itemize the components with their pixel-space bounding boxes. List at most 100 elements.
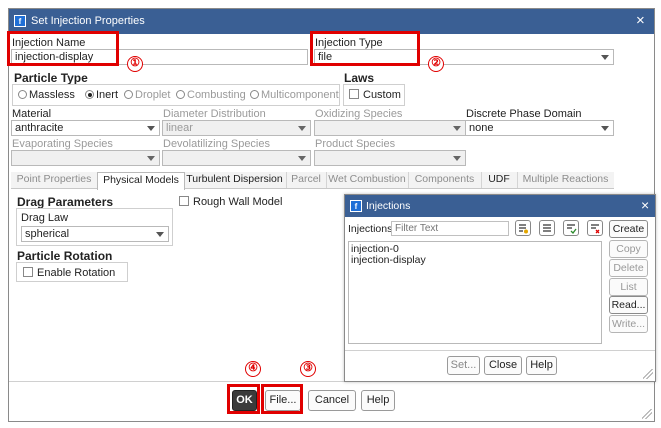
radio-combusting[interactable]: Combusting [176, 89, 246, 101]
fluent-app-icon: f [14, 15, 26, 27]
chevron-down-icon [147, 156, 155, 161]
material-dropdown[interactable]: anthracite [11, 120, 160, 136]
radio-multicomponent[interactable]: Multicomponent [250, 89, 339, 101]
list-item[interactable]: injection-display [351, 254, 426, 266]
particle-type-heading: Particle Type [14, 71, 88, 85]
laws-heading: Laws [344, 71, 375, 85]
chevron-down-icon [601, 55, 609, 60]
set-button[interactable]: Set... [447, 356, 480, 375]
custom-laws-checkbox[interactable]: Custom [349, 89, 401, 101]
create-button[interactable]: Create [609, 220, 648, 238]
tab-physical-models[interactable]: Physical Models [97, 172, 185, 190]
chevron-down-icon [147, 126, 155, 131]
callout-badge-3: ③ [300, 361, 316, 377]
drag-law-label: Drag Law [21, 212, 69, 224]
radio-inert-selected-icon [85, 90, 94, 99]
cancel-button[interactable]: Cancel [308, 390, 356, 411]
rough-wall-model-checkbox[interactable]: Rough Wall Model [179, 196, 282, 208]
devolatilizing-species-dropdown[interactable] [162, 150, 311, 166]
custom-checkbox-icon [349, 89, 359, 99]
injection-type-value: file [318, 51, 333, 63]
tab-parcel[interactable]: Parcel [286, 172, 327, 188]
chevron-down-icon [156, 232, 164, 237]
resize-grip-icon[interactable] [642, 409, 652, 419]
callout-badge-1: ① [127, 56, 143, 72]
rough-wall-checkbox-icon [179, 196, 189, 206]
radio-droplet-icon [124, 90, 133, 99]
tab-udf[interactable]: UDF [481, 172, 518, 188]
main-window-title: Set Injection Properties [31, 15, 145, 27]
select-all-icon[interactable] [539, 220, 555, 236]
enable-rotation-checkbox-icon [23, 267, 33, 277]
main-title-bar[interactable]: f Set Injection Properties × [9, 9, 654, 34]
laws-group: Custom [343, 84, 405, 106]
injection-name-label: Injection Name [12, 37, 86, 49]
drag-law-group: Drag Law spherical [16, 208, 173, 246]
material-value: anthracite [15, 122, 64, 134]
radio-droplet[interactable]: Droplet [124, 89, 170, 101]
injections-filter-label: Injections [348, 223, 393, 235]
injections-help-button[interactable]: Help [526, 356, 557, 375]
tab-wet-combustion[interactable]: Wet Combustion [326, 172, 409, 188]
chevron-down-icon [298, 126, 306, 131]
copy-button[interactable]: Copy [609, 240, 648, 258]
drag-law-value: spherical [25, 228, 70, 240]
injection-type-label: Injection Type [315, 37, 383, 49]
radio-massless[interactable]: Massless [18, 89, 75, 101]
oxidizing-species-label: Oxidizing Species [315, 108, 403, 120]
main-close-icon[interactable]: × [636, 12, 645, 29]
resize-grip-icon[interactable] [643, 369, 653, 379]
radio-multicomponent-icon [250, 90, 259, 99]
product-species-label: Product Species [315, 138, 396, 150]
injection-name-input[interactable]: injection-display [11, 49, 308, 65]
injections-close-icon[interactable]: × [641, 197, 649, 213]
tab-multiple-reactions[interactable]: Multiple Reactions [517, 172, 614, 188]
filter-icon[interactable] [515, 220, 531, 236]
diameter-distribution-label: Diameter Distribution [163, 108, 266, 120]
injections-separator [345, 350, 655, 351]
injections-filter-input[interactable] [391, 221, 509, 236]
diameter-distribution-dropdown[interactable]: linear [162, 120, 311, 136]
chevron-down-icon [453, 156, 461, 161]
drag-law-dropdown[interactable]: spherical [21, 226, 169, 242]
write-button[interactable]: Write... [609, 315, 648, 333]
callout-badge-4: ④ [245, 361, 261, 377]
particle-rotation-heading: Particle Rotation [17, 249, 113, 263]
evaporating-species-label: Evaporating Species [12, 138, 113, 150]
delete-button[interactable]: Delete [609, 259, 648, 277]
oxidizing-species-dropdown[interactable] [314, 120, 466, 136]
devolatilizing-species-label: Devolatilizing Species [163, 138, 270, 150]
injections-list[interactable]: injection-0 injection-display [348, 241, 602, 344]
radio-inert[interactable]: Inert [85, 89, 118, 101]
evaporating-species-dropdown[interactable] [11, 150, 160, 166]
tab-components[interactable]: Components [408, 172, 482, 188]
discrete-phase-domain-dropdown[interactable]: none [465, 120, 614, 136]
fluent-app-icon: f [350, 200, 362, 212]
ok-button[interactable]: OK [232, 390, 257, 411]
chevron-down-icon [453, 126, 461, 131]
particle-type-group: Massless Inert Droplet Combusting Multic… [12, 84, 340, 106]
injection-type-dropdown[interactable]: file [314, 49, 614, 65]
tab-turbulent-dispersion[interactable]: Turbulent Dispersion [183, 172, 287, 188]
list-button[interactable]: List [609, 278, 648, 296]
tab-point-properties[interactable]: Point Properties [11, 172, 98, 188]
check-list-icon[interactable] [563, 220, 579, 236]
clear-selection-icon[interactable] [587, 220, 603, 236]
injections-title-bar[interactable]: f Injections × [345, 195, 655, 217]
chevron-down-icon [601, 126, 609, 131]
radio-combusting-icon [176, 90, 185, 99]
particle-rotation-group: Enable Rotation [16, 262, 128, 282]
product-species-dropdown[interactable] [314, 150, 466, 166]
help-button[interactable]: Help [361, 390, 395, 411]
callout-badge-2: ② [428, 56, 444, 72]
diameter-distribution-value: linear [166, 122, 193, 134]
discrete-phase-domain-label: Discrete Phase Domain [466, 108, 582, 120]
discrete-phase-domain-value: none [469, 122, 494, 134]
read-button[interactable]: Read... [609, 296, 648, 314]
enable-rotation-checkbox[interactable]: Enable Rotation [23, 267, 115, 279]
chevron-down-icon [298, 156, 306, 161]
injections-dialog-title: Injections [366, 200, 411, 212]
material-label: Material [12, 108, 52, 120]
close-button[interactable]: Close [484, 356, 522, 375]
file-button[interactable]: File... [265, 390, 301, 411]
